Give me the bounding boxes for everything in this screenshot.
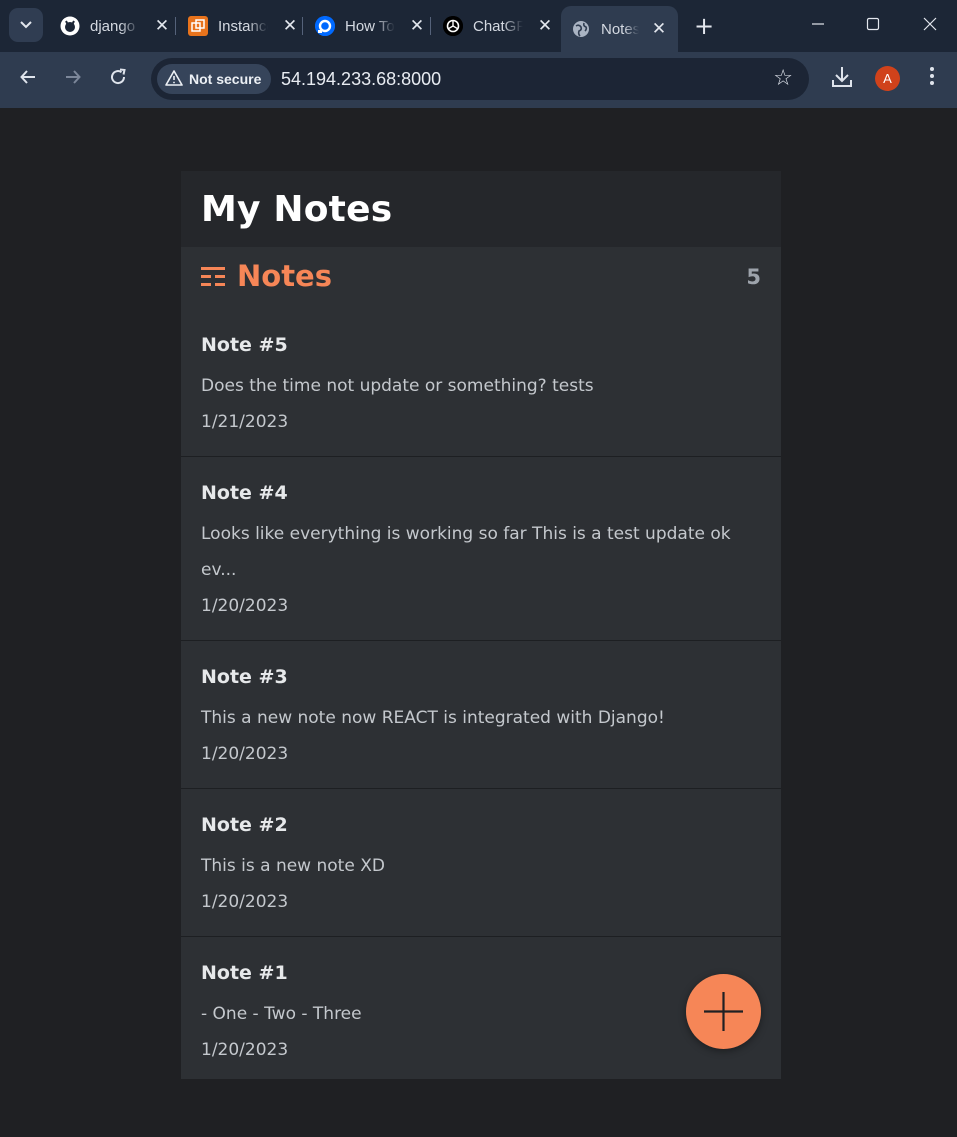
close-icon[interactable]: ✕ (535, 16, 555, 36)
notes-count: 5 (746, 265, 761, 289)
chevron-down-icon (20, 19, 32, 32)
app-header: My Notes (181, 171, 781, 247)
downloads-button[interactable] (829, 62, 855, 92)
back-arrow-icon (19, 67, 37, 91)
note-title: Note #5 (201, 334, 288, 356)
forward-button[interactable] (56, 62, 90, 96)
note-title: Note #1 (201, 962, 288, 984)
note-body: This is a new note XD (201, 856, 385, 876)
warning-icon (165, 69, 183, 89)
note-item[interactable]: Note #5 Does the time not update or some… (181, 309, 781, 457)
note-body: Looks like everything is working so far … (201, 524, 731, 580)
tab-divider (430, 17, 431, 35)
tab-divider (302, 17, 303, 35)
download-icon (829, 67, 855, 96)
list-icon (201, 265, 227, 293)
tab-notes[interactable]: Notes ✕ (561, 6, 678, 52)
notes-section-title: Notes (237, 259, 332, 293)
openai-icon (443, 16, 463, 36)
address-bar[interactable]: Not secure 54.194.233.68:8000 ☆ (151, 58, 809, 100)
notes-app: My Notes Notes 5 Note #5 Does the time n… (181, 171, 781, 1079)
tab-strip: django ✕ Instances ✕ How To ✕ ChatGPT ✕ … (0, 0, 957, 52)
notes-header: Notes 5 (181, 247, 781, 309)
tab-label: Instances (218, 17, 268, 35)
tab-label: How To (345, 17, 395, 35)
tab-instances[interactable]: Instances ✕ (178, 6, 300, 46)
github-icon (60, 16, 80, 36)
maximize-button[interactable] (855, 12, 891, 40)
profile-avatar[interactable]: A (875, 66, 900, 91)
close-icon[interactable]: ✕ (407, 16, 427, 36)
url-text[interactable]: 54.194.233.68:8000 (281, 69, 441, 90)
globe-icon (571, 19, 591, 39)
note-title: Note #2 (201, 814, 288, 836)
note-body: - One - Two - Three (201, 1004, 362, 1024)
browser-menu-button[interactable] (922, 64, 942, 94)
page-title: My Notes (201, 188, 393, 230)
plus-icon (686, 992, 761, 1053)
note-date: 1/20/2023 (201, 596, 289, 616)
more-vertical-icon (929, 67, 935, 91)
close-icon[interactable]: ✕ (649, 19, 669, 39)
digitalocean-icon (315, 16, 335, 36)
minimize-icon (811, 16, 825, 35)
note-item[interactable]: Note #3 This a new note now REACT is int… (181, 641, 781, 789)
tab-search-button[interactable] (9, 8, 43, 42)
tab-label: django (90, 17, 136, 35)
note-date: 1/20/2023 (201, 744, 289, 764)
tab-label: ChatGPT (473, 17, 523, 35)
notes-list: Note #5 Does the time not update or some… (181, 309, 781, 1084)
tab-divider (175, 17, 176, 35)
close-icon[interactable]: ✕ (280, 16, 300, 36)
tab-label: Notes (601, 20, 639, 38)
new-tab-button[interactable]: + (692, 12, 716, 40)
close-window-button[interactable] (912, 12, 948, 40)
note-body: This a new note now REACT is integrated … (201, 708, 665, 728)
note-date: 1/20/2023 (201, 892, 289, 912)
note-title: Note #4 (201, 482, 288, 504)
note-item[interactable]: Note #2 This is a new note XD 1/20/2023 (181, 789, 781, 937)
back-button[interactable] (11, 62, 45, 96)
note-title: Note #3 (201, 666, 288, 688)
note-date: 1/20/2023 (201, 1040, 289, 1060)
tab-how-to[interactable]: How To ✕ (305, 6, 427, 46)
security-label: Not secure (189, 71, 262, 87)
minimize-button[interactable] (800, 12, 836, 40)
bookmark-star-icon[interactable]: ☆ (773, 66, 793, 91)
aws-instances-icon (188, 16, 208, 36)
reload-button[interactable] (101, 62, 135, 96)
add-note-button[interactable] (686, 974, 761, 1049)
close-icon (923, 16, 937, 35)
plus-icon: + (693, 12, 715, 40)
browser-toolbar: Not secure 54.194.233.68:8000 ☆ (0, 52, 957, 108)
note-date: 1/21/2023 (201, 412, 289, 432)
site-info-button[interactable]: Not secure (157, 64, 272, 94)
maximize-icon (866, 16, 880, 35)
forward-arrow-icon (64, 67, 82, 91)
tab-chatgpt[interactable]: ChatGPT ✕ (433, 6, 555, 46)
reload-icon (109, 67, 127, 91)
note-body: Does the time not update or something? t… (201, 376, 594, 396)
note-item[interactable]: Note #4 Looks like everything is working… (181, 457, 781, 641)
tab-django[interactable]: django ✕ (50, 6, 172, 46)
close-icon[interactable]: ✕ (152, 16, 172, 36)
